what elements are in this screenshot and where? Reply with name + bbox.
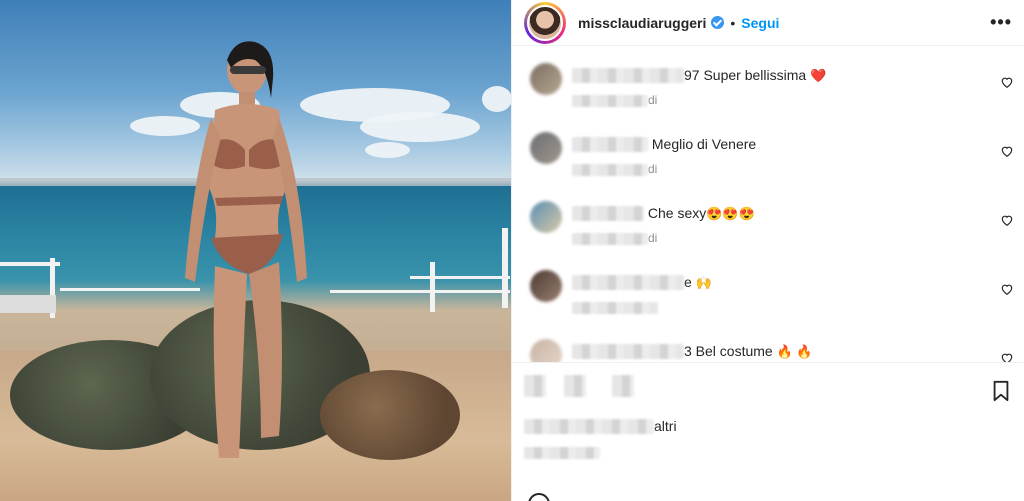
verified-icon (711, 16, 725, 29)
comment-meta: di (572, 162, 657, 176)
comment-icon[interactable] (564, 375, 586, 397)
redacted-likes (524, 419, 654, 434)
post-photo[interactable] (0, 0, 511, 501)
commenter-avatar[interactable] (530, 132, 562, 164)
comment-meta-text: di (648, 93, 658, 107)
post-actions: altri (512, 362, 1024, 501)
comment-emoji: ❤️ (810, 68, 827, 83)
comment-text: e 🙌 (572, 274, 712, 291)
comment-item: e 🙌 (512, 254, 1024, 314)
commenter-avatar[interactable] (530, 201, 562, 233)
comment-text: 97 Super bellissima ❤️ (572, 67, 826, 84)
comment-meta: di (572, 93, 657, 107)
profile-avatar[interactable] (524, 1, 566, 44)
comment-body: Che sexy (647, 205, 707, 221)
shrub (320, 370, 460, 460)
comments-list[interactable]: 97 Super bellissima ❤️ di Meglio di Vene… (512, 47, 1024, 362)
like-icon[interactable] (524, 375, 546, 397)
redacted-username (572, 275, 684, 290)
post-panel: missclaudiaruggeri • Segui ••• 97 Super … (511, 0, 1024, 501)
woman-figure (185, 41, 307, 458)
railing (330, 290, 510, 293)
railing (410, 276, 510, 279)
comment-item: Che sexy😍😍😍 di (512, 185, 1024, 245)
comment-text: Meglio di Venere (572, 136, 756, 152)
cloud (360, 112, 480, 142)
redacted-meta (572, 302, 658, 314)
comment-text: Che sexy😍😍😍 (572, 205, 755, 222)
cloud (482, 86, 511, 112)
heart-icon[interactable] (1000, 213, 1014, 227)
comment-body: e (684, 274, 692, 290)
redacted-time (524, 447, 600, 459)
likes-count[interactable]: altri (524, 418, 677, 434)
emoji-picker-icon[interactable] (528, 493, 550, 501)
cloud (365, 142, 410, 158)
heart-icon[interactable] (1000, 282, 1014, 296)
likes-text: altri (654, 418, 677, 434)
comment-body: 3 Bel costume (684, 343, 773, 359)
share-icon[interactable] (612, 375, 634, 397)
comment-meta-text: di (648, 231, 658, 245)
commenter-avatar[interactable] (530, 339, 562, 362)
redacted-meta (572, 95, 648, 107)
heart-icon[interactable] (1000, 351, 1014, 362)
bookmark-icon[interactable] (990, 379, 1012, 403)
comment-item: 3 Bel costume 🔥 🔥 (512, 323, 1024, 362)
heart-icon[interactable] (1000, 144, 1014, 158)
comment-meta (572, 300, 658, 314)
redacted-username (572, 137, 648, 152)
commenter-avatar[interactable] (530, 270, 562, 302)
avatar-image (527, 4, 563, 41)
redacted-username (572, 344, 684, 359)
redacted-username (572, 206, 644, 221)
sunbed (0, 295, 56, 313)
comment-body: Meglio di Venere (651, 136, 757, 152)
separator-dot: • (730, 14, 736, 31)
comment-emoji: 🔥 🔥 (776, 344, 813, 359)
redacted-meta (572, 233, 648, 245)
redacted-meta (572, 164, 648, 176)
redacted-username (572, 68, 684, 83)
post-timestamp (524, 443, 600, 461)
railing-post (430, 262, 435, 312)
heart-icon[interactable] (1000, 75, 1014, 89)
instagram-post: missclaudiaruggeri • Segui ••• 97 Super … (0, 0, 1024, 501)
comment-emoji: 😍😍😍 (706, 206, 755, 221)
comment-meta-text: di (648, 162, 658, 176)
username-link[interactable]: missclaudiaruggeri (578, 15, 706, 31)
comment-meta: di (572, 231, 657, 245)
comment-item: Meglio di Venere di (512, 116, 1024, 176)
comment-text: 3 Bel costume 🔥 🔥 (572, 343, 813, 360)
railing-post (502, 228, 508, 308)
post-header: missclaudiaruggeri • Segui ••• (512, 0, 1024, 46)
comment-item: 97 Super bellissima ❤️ di (512, 47, 1024, 107)
comment-emoji: 🙌 (695, 275, 712, 290)
comment-body: 97 Super bellissima (684, 67, 807, 83)
follow-button[interactable]: Segui (741, 15, 779, 31)
more-options-icon[interactable]: ••• (990, 12, 1012, 33)
commenter-avatar[interactable] (530, 63, 562, 95)
